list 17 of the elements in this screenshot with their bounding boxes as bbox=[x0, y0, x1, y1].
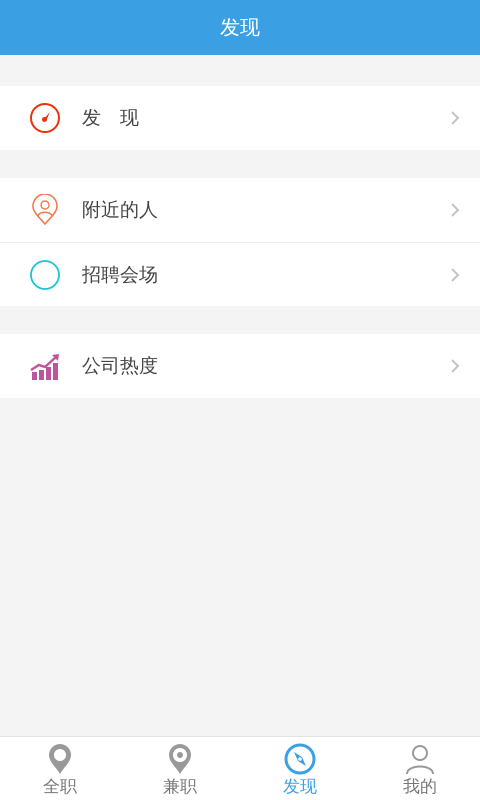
gauge-icon bbox=[29, 102, 61, 134]
circle-icon bbox=[29, 258, 61, 290]
user-icon bbox=[404, 743, 436, 775]
tab[interactable]: 兼职 bbox=[120, 737, 240, 800]
chevron-icon bbox=[450, 358, 460, 374]
chevron-icon bbox=[450, 110, 460, 126]
menu-item[interactable]: 招聘会场 bbox=[0, 242, 480, 306]
tab[interactable]: 全职 bbox=[0, 737, 120, 800]
tab[interactable]: 我的 bbox=[360, 737, 480, 800]
menu-item[interactable]: 发 现 bbox=[0, 86, 480, 150]
compass-icon bbox=[284, 743, 316, 775]
menu-item[interactable]: 公司热度 bbox=[0, 334, 480, 398]
menu-item[interactable]: 附近的人 bbox=[0, 178, 480, 242]
chevron-icon bbox=[450, 202, 460, 218]
person-pin-icon bbox=[29, 194, 61, 226]
chevron-icon bbox=[450, 266, 460, 282]
header-title: 发现 bbox=[220, 14, 260, 41]
